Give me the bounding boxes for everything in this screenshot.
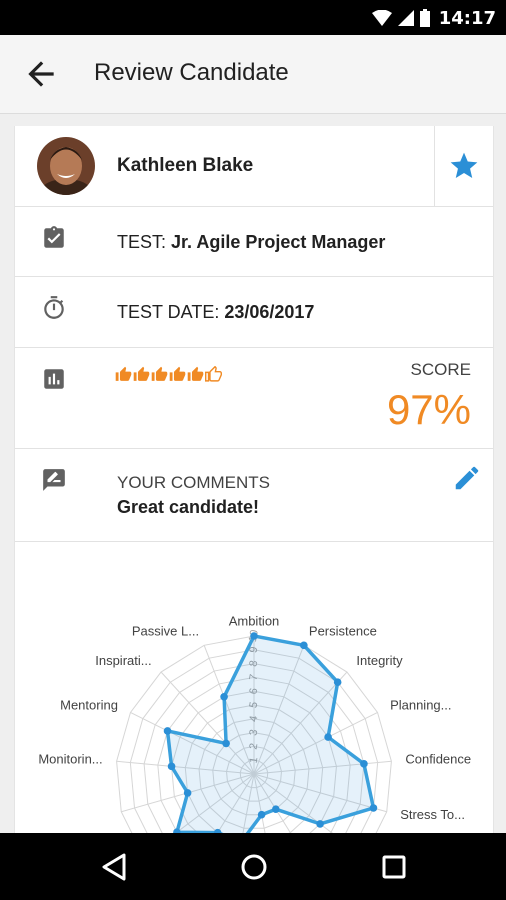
test-date-value: 23/06/2017 xyxy=(224,302,315,322)
radar-point xyxy=(300,641,308,650)
thumb-up-icon xyxy=(115,366,132,381)
radar-axis-label: Mentoring xyxy=(60,698,118,713)
thumb-up-outline-icon xyxy=(205,366,222,382)
comments-text: Great candidate! xyxy=(117,497,260,517)
skills-radar-chart: 12345678910AmbitionPersistenceIntegrityP… xyxy=(15,542,493,846)
radar-point xyxy=(163,727,172,735)
test-text: TEST: Jr. Agile Project Manager xyxy=(117,232,386,252)
radar-axis-label: Stress To... xyxy=(400,807,465,822)
thumb-up-icon xyxy=(169,366,186,381)
radar-axis-label: Integrity xyxy=(356,653,403,668)
nav-recents-icon[interactable] xyxy=(376,849,412,885)
star-icon[interactable] xyxy=(448,150,480,182)
stopwatch-icon xyxy=(44,296,64,319)
status-bar: 14:17 xyxy=(0,0,506,35)
score-label: SCORE xyxy=(410,360,471,379)
candidate-row: Kathleen Blake xyxy=(15,126,493,207)
score-row: SCORE 97% xyxy=(15,348,493,449)
radar-point xyxy=(257,810,266,819)
radar-point xyxy=(333,678,342,687)
avatar xyxy=(37,137,95,195)
status-time: 14:17 xyxy=(438,8,496,29)
clipboard-check-icon xyxy=(44,226,64,248)
rate-review-icon xyxy=(43,469,65,491)
page-title: Review Candidate xyxy=(94,59,289,86)
test-date-row: TEST DATE: 23/06/2017 xyxy=(15,277,493,348)
radar-axis-label: Planning... xyxy=(390,698,451,713)
app-bar: Review Candidate xyxy=(0,35,506,114)
radar-point xyxy=(360,760,368,768)
radar-point xyxy=(316,820,324,828)
back-arrow-icon[interactable] xyxy=(22,55,60,93)
radar-point xyxy=(167,762,176,771)
edit-pencil-icon[interactable] xyxy=(452,463,482,493)
radar-axis-label: Persistence xyxy=(309,624,377,639)
score-value: 97% xyxy=(386,386,471,433)
radar-axis-label: Inspirati... xyxy=(95,653,151,668)
comments-label: YOUR COMMENTS xyxy=(117,473,270,492)
radar-svg: 12345678910AmbitionPersistenceIntegrityP… xyxy=(38,613,471,846)
radar-point xyxy=(222,739,230,748)
divider xyxy=(434,126,435,206)
radar-point xyxy=(183,789,192,797)
radar-point xyxy=(220,692,228,701)
thumb-up-icon xyxy=(187,366,204,381)
radar-point xyxy=(250,632,258,640)
radar-point xyxy=(271,805,280,813)
radar-point xyxy=(324,733,332,741)
status-icons xyxy=(372,9,430,27)
thumb-up-icon xyxy=(133,366,150,381)
signal-icon xyxy=(398,10,414,26)
comments-row: YOUR COMMENTS Great candidate! xyxy=(15,449,493,542)
rating-thumbs xyxy=(115,366,222,383)
thumb-up-icon xyxy=(151,366,168,381)
radar-axis-label: Ambition xyxy=(229,613,280,628)
nav-bar xyxy=(0,833,506,900)
radar-axis-label: Passive L... xyxy=(132,624,199,639)
radar-axis-label: Monitorin... xyxy=(38,751,102,766)
candidate-card: Kathleen Blake TEST: Jr. Agile Project M… xyxy=(14,126,494,846)
nav-home-icon[interactable] xyxy=(236,849,272,885)
wifi-icon xyxy=(372,10,392,26)
radar-axis-label: Confidence xyxy=(405,751,471,766)
candidate-name: Kathleen Blake xyxy=(117,155,254,176)
radar-point xyxy=(369,804,378,812)
battery-icon xyxy=(420,9,430,27)
bar-chart-icon xyxy=(44,369,64,389)
test-date-text: TEST DATE: 23/06/2017 xyxy=(117,302,315,322)
nav-back-icon[interactable] xyxy=(96,849,132,885)
test-name: Jr. Agile Project Manager xyxy=(171,232,386,252)
test-row: TEST: Jr. Agile Project Manager xyxy=(15,207,493,277)
